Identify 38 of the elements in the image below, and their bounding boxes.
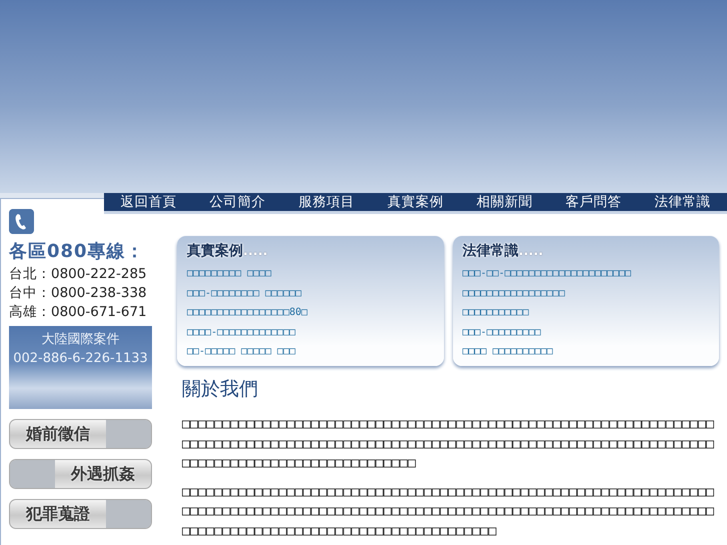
nav-link[interactable]: 客戶問答 [556,193,632,211]
service-button[interactable]: 外遇抓姦 [9,459,152,489]
service-button[interactable]: 犯罪蒐證 [9,499,152,529]
photo-placeholder [106,500,151,528]
banner-title: 大陸國際案件 [42,331,120,349]
article-link[interactable]: □□□□□□□□□ □□□□ [187,264,434,284]
card-title: 真實案例 [187,242,243,260]
nav-link[interactable]: 法律常識 [644,193,720,211]
article-link[interactable]: □□□-□□-□□□□□□□□□□□□□□□□□□□□□ [462,264,709,284]
nav-link[interactable]: 真實案例 [378,193,454,211]
hotline-title: 各區080專線： [9,240,146,263]
article-link[interactable]: □□□□ □□□□□□□□□□ [462,342,709,362]
international-banner[interactable]: 大陸國際案件 002-886-6-226-1133 [9,326,152,409]
hotline-number: 台中：0800-238-338 [9,284,148,303]
body-paragraph: □□□□□□□□□□□□□□□□□□□□□□□□□□□□□□□□□□□□□□□□□□□□□□□□□□□□□□□□□□□□□□□□□□□□□□□□□□□□□□□□□□□□□□□□□□□□□□□□□□□□□□□□□□□□□□□□□□□□□□□□□□□□□□□□□□□□□□□□□□□□□□□□□□□□□□□□□□□□□□□□□ [182,416,716,473]
service-button[interactable]: 婚前徵信 [9,419,152,449]
article-link[interactable]: □□□□□□□□□□□□□□□□□80□ [187,303,434,322]
article-link[interactable]: □□□-□□□□□□□□□ [462,322,709,342]
hotline-number: 高雄：0800-671-671 [9,303,148,322]
nav-link[interactable]: 服務項目 [288,193,364,211]
nav-link[interactable]: 相關新聞 [466,193,542,211]
nav-link[interactable]: 返回首頁 [110,193,186,211]
banner-number: 002-886-6-226-1133 [13,350,148,368]
nav-link[interactable]: 公司簡介 [200,193,276,211]
article-link[interactable]: □□-□□□□□ □□□□□ □□□ [187,342,434,362]
article-link[interactable]: □□□□□□□□□□□ [462,303,709,322]
article-link[interactable]: □□□□□□□□□□□□□□□□□ [462,284,709,303]
article-link[interactable]: □□□-□□□□□□□□ □□□□□□ [187,284,434,303]
section-heading: 關於我們 [182,377,259,402]
title-dots: ..... [243,244,268,259]
phone-icon [9,209,34,234]
body-paragraph: □□□□□□□□□□□□□□□□□□□□□□□□□□□□□□□□□□□□□□□□□□□□□□□□□□□□□□□□□□□□□□□□□□□□□□□□□□□□□□□□□□□□□□□□□□□□□□□□□□□□□□□□□□□□□□□□□□□□□□□□□□□□□□□□□□□□□□□□□□□□□□□□□□□□□□□□□□□□□□□□□□□□□□□□□□□ [182,484,716,540]
article-link[interactable]: □□□□-□□□□□□□□□□□□□ [187,322,434,342]
title-dots: ..... [518,244,544,259]
card-title: 法律常識 [462,242,518,260]
hotline-number: 台北：0800-222-285 [9,265,148,284]
photo-placeholder [106,420,151,448]
photo-placeholder [10,460,55,488]
